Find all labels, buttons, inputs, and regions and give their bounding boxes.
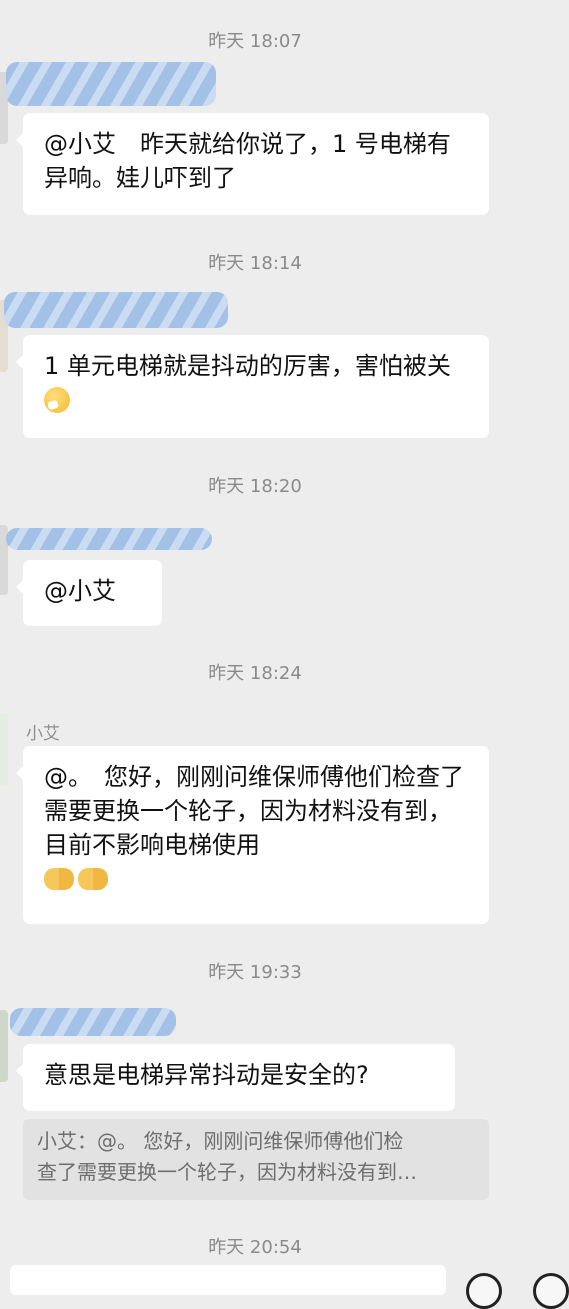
sender-name-redacted — [10, 1008, 176, 1036]
face-with-hand-over-mouth-emoji — [44, 387, 70, 413]
sender-name-redacted — [4, 292, 228, 328]
timestamp: 昨天 18:07 — [208, 31, 302, 52]
message-bubble[interactable]: 1 单元电梯就是抖动的厉害，害怕被关 — [16, 335, 489, 438]
timestamp: 昨天 18:20 — [208, 476, 302, 497]
message-text: 意思是电梯异常抖动是安全的? — [44, 1061, 369, 1089]
message-text: @。 您好，刚刚问维保师傅他们检查了需要更换一个轮子，因为材料没有到，目前不影响… — [44, 763, 464, 859]
timestamp: 昨天 20:54 — [208, 1237, 302, 1258]
message-text: @小艾 — [44, 577, 116, 605]
message-bubble[interactable]: @。 您好，刚刚问维保师傅他们检查了需要更换一个轮子，因为材料没有到，目前不影响… — [16, 746, 489, 924]
quoted-message[interactable]: 小艾：@。 您好，刚刚问维保师傅他们检 查了需要更换一个轮子，因为材料没有到… — [23, 1119, 489, 1200]
sender-name-redacted — [6, 528, 212, 550]
timestamp: 昨天 18:24 — [208, 663, 302, 684]
message-input[interactable] — [10, 1265, 446, 1295]
avatar[interactable] — [0, 1010, 8, 1082]
message-bubble[interactable]: @小艾 — [16, 560, 162, 626]
message-bubble[interactable]: 意思是电梯异常抖动是安全的? — [16, 1044, 455, 1111]
sender-name: 小艾 — [26, 724, 60, 744]
timestamp: 昨天 19:33 — [208, 962, 302, 983]
message-text: @小艾 昨天就给你说了，1 号电梯有异响。娃儿吓到了 — [44, 130, 451, 192]
sender-name-redacted — [6, 62, 216, 106]
handshake-emoji — [44, 868, 74, 890]
timestamp: 昨天 18:14 — [208, 253, 302, 274]
emoji-button[interactable] — [466, 1273, 502, 1309]
message-bubble[interactable]: @小艾 昨天就给你说了，1 号电梯有异响。娃儿吓到了 — [16, 113, 489, 215]
handshake-emoji — [78, 868, 108, 890]
more-button[interactable] — [533, 1273, 569, 1309]
avatar[interactable] — [0, 714, 8, 786]
message-text: 1 单元电梯就是抖动的厉害，害怕被关 — [44, 352, 451, 380]
